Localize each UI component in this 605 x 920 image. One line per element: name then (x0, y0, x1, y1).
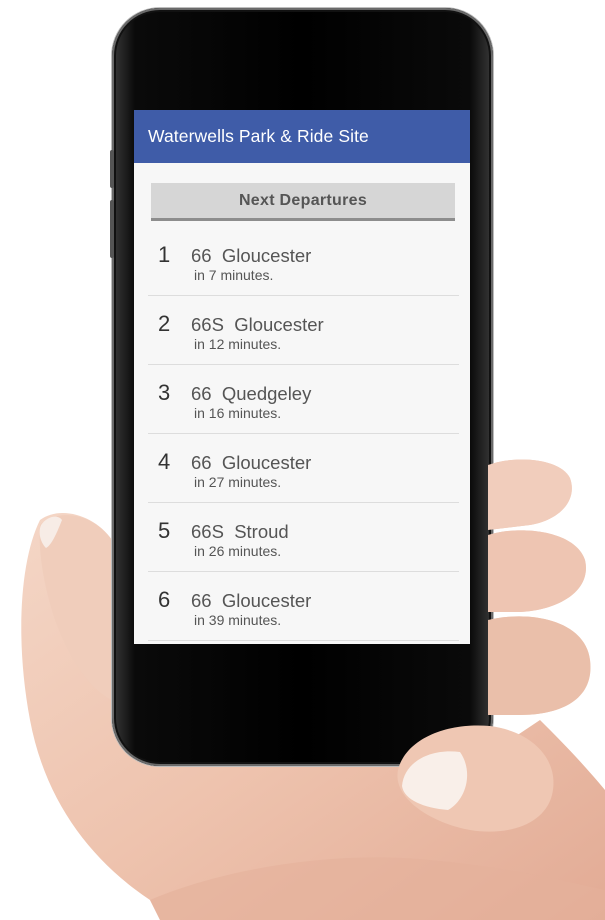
departure-route: 66 Gloucester (191, 590, 312, 611)
departure-route: 66S Gloucester (191, 314, 324, 335)
next-departures-button[interactable]: Next Departures (151, 183, 455, 221)
departure-eta: in 26 minutes. (194, 543, 282, 559)
departure-route: 66 Quedgeley (191, 383, 312, 404)
departures-list: 1 66 Gloucester in 7 minutes. 2 66S Glou… (148, 227, 459, 641)
list-item[interactable]: 6 66 Gloucester in 39 minutes. (148, 572, 459, 641)
list-item[interactable]: 4 66 Gloucester in 27 minutes. (148, 434, 459, 503)
departure-rank: 6 (158, 587, 171, 612)
list-item[interactable]: 3 66 Quedgeley in 16 minutes. (148, 365, 459, 434)
list-item[interactable]: 2 66S Gloucester in 12 minutes. (148, 296, 459, 365)
list-item[interactable]: 5 66S Stroud in 26 minutes. (148, 503, 459, 572)
departure-rank: 1 (158, 242, 171, 267)
departure-rank: 3 (158, 380, 171, 405)
departure-eta: in 39 minutes. (194, 612, 282, 628)
app-bar: Waterwells Park & Ride Site (134, 110, 470, 163)
phone-side-button (110, 150, 114, 188)
departure-rank: 5 (158, 518, 171, 543)
next-departures-label: Next Departures (238, 191, 368, 209)
departure-eta: in 27 minutes. (194, 474, 282, 490)
departure-route: 66S Stroud (191, 521, 289, 542)
scene: Waterwells Park & Ride Site Next Departu… (0, 0, 605, 920)
departure-rank: 4 (158, 449, 171, 474)
departure-route: 66 Gloucester (191, 245, 312, 266)
app-title: Waterwells Park & Ride Site (148, 126, 369, 146)
phone-side-button (110, 200, 114, 258)
departure-rank: 2 (158, 311, 171, 336)
departure-eta: in 16 minutes. (194, 405, 282, 421)
departures-panel: Next Departures 1 66 Gloucester in 7 min… (134, 163, 470, 644)
departure-route: 66 Gloucester (191, 452, 312, 473)
list-item[interactable]: 1 66 Gloucester in 7 minutes. (148, 227, 459, 296)
phone-screen: Waterwells Park & Ride Site Next Departu… (134, 110, 470, 644)
departure-eta: in 7 minutes. (194, 267, 274, 283)
departure-eta: in 12 minutes. (194, 336, 282, 352)
